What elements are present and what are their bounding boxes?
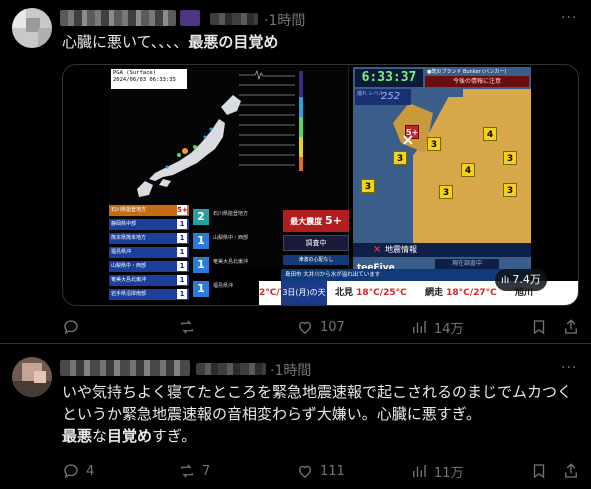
- reply-icon: [64, 464, 78, 479]
- intensity-marker: 3: [503, 183, 517, 197]
- epicenter-icon: ×: [401, 130, 415, 149]
- tsunami-label: 津波の心配なし: [283, 255, 349, 265]
- repost-button[interactable]: [178, 316, 202, 338]
- weather-city: 北見 18°C/25°C: [335, 288, 407, 298]
- quake-history-list: 石川県能登地方 5+ 静岡県中部 1 熊本県熊本地方 1 福島県沖 1 山梨県中・西部 1…: [109, 205, 189, 305]
- post-1[interactable]: ·1時間 ··· 心臓に悪いて、、、、最悪の目覚め PGA (Surface) …: [0, 0, 591, 344]
- max-intensity-box: 最大震度 5+: [283, 210, 349, 232]
- weather-day: 3日(月)の天気: [281, 281, 327, 305]
- display-name[interactable]: [60, 360, 190, 376]
- quake-detail-row: 1 奄美大島北東沖: [191, 255, 281, 279]
- bookmark-button[interactable]: [530, 316, 548, 338]
- seismograph-waves: [239, 70, 303, 171]
- avatar[interactable]: [12, 357, 52, 397]
- bookmark-icon: [533, 320, 545, 335]
- username[interactable]: [196, 363, 266, 375]
- weather-temp-left: 2°C/7°C: [259, 281, 297, 305]
- quake-row: 熊本県熊本地方 1: [109, 233, 189, 244]
- more-icon[interactable]: ···: [561, 360, 577, 376]
- quake-row: 奄美大島北東沖 1: [109, 275, 189, 286]
- share-icon: [565, 319, 577, 334]
- pga-label: PGA (Surface) 2024/06/03 06:33:35: [111, 69, 187, 89]
- intensity-marker: 3: [361, 179, 375, 193]
- intensity-marker: 4: [483, 127, 497, 141]
- more-icon[interactable]: ···: [561, 10, 577, 26]
- post-text-line: いや気持ちよく寝てたところを緊急地震速報で起こされるのまじでムカつく: [62, 383, 573, 401]
- quake-row: 岩手県沿岸南部 1: [109, 289, 189, 300]
- views-button[interactable]: 14万: [410, 316, 464, 338]
- bunker-label: ●既災ブランド Bunker (バンカー): [427, 69, 507, 75]
- investigating-banner: 現在調査中: [435, 259, 499, 269]
- repost-icon: [181, 464, 193, 478]
- views-button[interactable]: 11万: [410, 460, 464, 482]
- investigating-label: 調査中: [283, 235, 349, 251]
- share-button[interactable]: [562, 460, 580, 482]
- post-2[interactable]: ·1時間 ··· いや気持ちよく寝てたところを緊急地震速報で起こされるのまじでム…: [0, 345, 591, 489]
- username[interactable]: [210, 13, 258, 25]
- post-actions: 4 7 111 11万: [62, 460, 582, 482]
- news-ticker: 島田市 大井川から水が溢れ出ています: [281, 269, 531, 281]
- post-text-line: というか緊急地震速報の音相変わらず大嫌い。心臓に悪すぎ。: [62, 405, 481, 423]
- post-text-normal: 心臓に悪いて、、、、: [62, 33, 189, 51]
- quake-row: 山梨県中・西部 1: [109, 261, 189, 272]
- reply-icon: [64, 320, 78, 335]
- like-button[interactable]: 107: [296, 316, 345, 338]
- repost-button[interactable]: 7: [178, 460, 210, 482]
- japan-map: [137, 95, 241, 197]
- views-icon: [413, 321, 426, 333]
- intensity-map: 6:33:37 ●既災ブランド Bunker (バンカー) 今後の情報に注意 揺…: [353, 67, 531, 271]
- quake-row: 静岡県中部 1: [109, 219, 189, 230]
- reply-button[interactable]: [62, 316, 86, 338]
- reply-button[interactable]: 4: [62, 460, 94, 482]
- avatar[interactable]: [12, 8, 52, 48]
- quake-detail-row: 1 山梨県中・西部: [191, 231, 281, 255]
- intensity-marker: 4: [461, 163, 475, 177]
- post-actions: 107 14万: [62, 316, 582, 338]
- intensity-marker: 3: [393, 151, 407, 165]
- post-text-bold: 最悪の目覚め: [188, 33, 279, 51]
- display-name-emoji: [180, 10, 200, 26]
- quake-info-bar: × 地震情報: [353, 243, 531, 257]
- views-icon: ılı: [501, 275, 510, 286]
- weather-city: 網走 18°C/27°C: [425, 288, 497, 298]
- bookmark-icon: [533, 464, 545, 479]
- like-icon: [299, 465, 311, 478]
- media-view-count: ılı 7.4万: [495, 269, 547, 291]
- quake-row: 福島県沖 1: [109, 247, 189, 258]
- intensity-marker: 3: [503, 151, 517, 165]
- post-time[interactable]: ·1時間: [264, 10, 305, 30]
- repost-icon: [181, 320, 193, 334]
- views-icon: [413, 465, 426, 477]
- quake-detail-row: 2 石川県能登地方: [191, 207, 281, 231]
- intensity-marker: 3: [439, 185, 453, 199]
- warning-banner: 今後の情報に注意: [425, 76, 529, 87]
- clock: 6:33:37: [355, 69, 423, 87]
- share-icon: [565, 463, 577, 478]
- post-text-line: 最悪な目覚めすぎ。: [62, 427, 197, 445]
- display-name[interactable]: [60, 10, 176, 26]
- share-button[interactable]: [562, 316, 580, 338]
- intensity-marker: 3: [427, 137, 441, 151]
- like-icon: [299, 321, 311, 334]
- post-text: 心臓に悪いて、、、、最悪の目覚め: [62, 31, 278, 53]
- quake-row: 石川県能登地方 5+: [109, 205, 189, 216]
- shake-level: 揺れ レベル 252: [355, 89, 411, 105]
- like-button[interactable]: 111: [296, 460, 345, 482]
- bookmark-button[interactable]: [530, 460, 548, 482]
- post-time[interactable]: ·1時間: [270, 360, 311, 380]
- post-media-image[interactable]: PGA (Surface) 2024/06/03 06:33:35 石川県能登地…: [62, 64, 579, 306]
